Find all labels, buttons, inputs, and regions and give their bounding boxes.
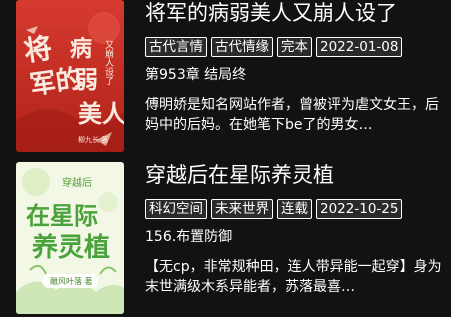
cover-author: 柳九长 著 [78,135,108,144]
tag-status: 完本 [277,37,312,57]
book-cover[interactable]: 穿越后 在星际 养灵植 雕风叶落 著 [16,162,124,314]
book-title[interactable]: 将军的病弱美人又崩人设了 [145,0,445,26]
svg-text:弱: 弱 [74,65,98,94]
tag-status: 连载 [277,199,312,219]
latest-chapter[interactable]: 第953章 结局终 [145,66,445,84]
latest-chapter[interactable]: 156.布置防御 [145,228,445,246]
cover-author: 雕风叶落 著 [50,276,93,286]
tag-category[interactable]: 科幻空间 [145,199,207,219]
book-description: 傅明娇是知名网站作者，曾被评为虐文女王，后妈中的后妈。在她笔下be了的男女… [145,97,439,133]
svg-text:穿越后: 穿越后 [62,176,92,189]
svg-text:病: 病 [70,36,92,62]
tag-date: 2022-01-08 [316,37,403,57]
book-cover-art: 将 军的 病 弱 美人 又崩人设了 柳九长 著 [16,0,124,152]
book-list-item[interactable]: 将 军的 病 弱 美人 又崩人设了 柳九长 著 将军的病弱美人又崩人设了 古代言… [0,0,451,152]
svg-text:养灵植: 养灵植 [31,232,110,263]
tag-date: 2022-10-25 [316,199,403,219]
book-cover-art: 穿越后 在星际 养灵植 雕风叶落 著 [16,162,124,314]
book-tags: 科幻空间 未来世界 连载 2022-10-25 [145,199,445,219]
book-title[interactable]: 穿越后在星际养灵植 [145,162,445,188]
svg-text:又崩人设了: 又崩人设了 [103,40,114,85]
tag-subcategory[interactable]: 古代情缘 [211,37,273,57]
book-cover[interactable]: 将 军的 病 弱 美人 又崩人设了 柳九长 著 [16,0,124,152]
svg-text:将: 将 [22,31,54,68]
tag-subcategory[interactable]: 未来世界 [211,199,273,219]
book-description: 【无cp，非常规种田，连人带异能一起穿】身为末世满级木系异能者，苏落最喜… [145,259,442,295]
book-list-item[interactable]: 穿越后 在星际 养灵植 雕风叶落 著 穿越后在星际养灵植 科幻空间 未来世界 连… [0,162,451,314]
book-tags: 古代言情 古代情缘 完本 2022-01-08 [145,37,445,57]
tag-category[interactable]: 古代言情 [145,37,207,57]
svg-text:在星际: 在星际 [26,201,98,230]
svg-text:美人: 美人 [78,99,124,128]
